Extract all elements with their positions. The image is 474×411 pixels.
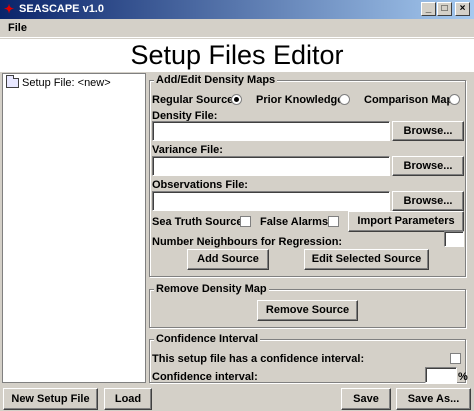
density-browse-button[interactable]: Browse... — [392, 121, 464, 141]
add-source-button[interactable]: Add Source — [187, 249, 269, 270]
remove-density-map-group: Remove Density Map Remove Source — [149, 283, 466, 328]
comparison-map-radio[interactable] — [449, 94, 460, 105]
neighbours-label: Number Neighbours for Regression: — [152, 236, 343, 248]
tree-item-label: Setup File: <new> — [22, 77, 111, 89]
remove-source-button[interactable]: Remove Source — [257, 300, 358, 321]
group-title: Remove Density Map — [154, 283, 269, 295]
edit-selected-source-button[interactable]: Edit Selected Source — [304, 249, 429, 270]
prior-knowledge-label: Prior Knowledge: — [256, 94, 348, 106]
observations-file-input[interactable] — [152, 191, 390, 211]
variance-file-input[interactable] — [152, 156, 390, 176]
has-interval-checkbox[interactable] — [450, 353, 461, 364]
close-button[interactable]: × — [455, 2, 470, 16]
group-title: Add/Edit Density Maps — [154, 74, 278, 86]
interval-input[interactable] — [425, 367, 457, 383]
save-as-button[interactable]: Save As... — [396, 388, 471, 410]
prior-knowledge-radio[interactable] — [339, 94, 350, 105]
minimize-button[interactable]: _ — [421, 2, 436, 16]
confidence-interval-group: Confidence Interval This setup file has … — [149, 333, 468, 383]
observations-browse-button[interactable]: Browse... — [392, 191, 464, 211]
window-title: SEASCAPE v1.0 — [19, 3, 104, 15]
bottom-bar: New Setup File Load Save Save As... — [0, 386, 474, 411]
title-bar: ✦ SEASCAPE v1.0 _ □ × — [0, 0, 474, 19]
group-title: Confidence Interval — [154, 333, 261, 345]
menu-file[interactable]: File — [8, 22, 27, 34]
variance-file-label: Variance File: — [152, 144, 223, 156]
regular-source-radio[interactable] — [231, 94, 242, 105]
load-button[interactable]: Load — [104, 388, 152, 410]
observations-file-label: Observations File: — [152, 179, 248, 191]
density-file-input[interactable] — [152, 121, 390, 141]
regular-source-label: Regular Source: — [152, 94, 237, 106]
variance-browse-button[interactable]: Browse... — [392, 156, 464, 176]
page-title: Setup Files Editor — [130, 40, 344, 70]
false-alarms-label: False Alarms — [260, 216, 329, 228]
maple-leaf-icon: ✦ — [4, 2, 15, 16]
has-interval-label: This setup file has a confidence interva… — [152, 353, 365, 365]
percent-label: % — [458, 371, 468, 383]
interval-label: Confidence interval: — [152, 371, 258, 383]
maximize-button[interactable]: □ — [437, 2, 452, 16]
tree-item-setup-file[interactable]: Setup File: <new> — [6, 75, 111, 89]
import-parameters-button[interactable]: Import Parameters — [348, 211, 464, 232]
new-setup-file-button[interactable]: New Setup File — [3, 388, 98, 410]
setup-file-tree[interactable]: Setup File: <new> — [2, 73, 146, 383]
menu-bar: File — [0, 19, 474, 38]
folder-icon — [6, 75, 19, 88]
sea-truth-checkbox[interactable] — [240, 216, 251, 227]
density-maps-group: Add/Edit Density Maps Regular Source: Pr… — [149, 74, 466, 277]
header: Setup Files Editor — [0, 39, 474, 72]
neighbours-input[interactable] — [444, 231, 464, 247]
comparison-map-label: Comparison Map: — [364, 94, 457, 106]
sea-truth-label: Sea Truth Source — [152, 216, 243, 228]
false-alarms-checkbox[interactable] — [328, 216, 339, 227]
save-button[interactable]: Save — [341, 388, 391, 410]
